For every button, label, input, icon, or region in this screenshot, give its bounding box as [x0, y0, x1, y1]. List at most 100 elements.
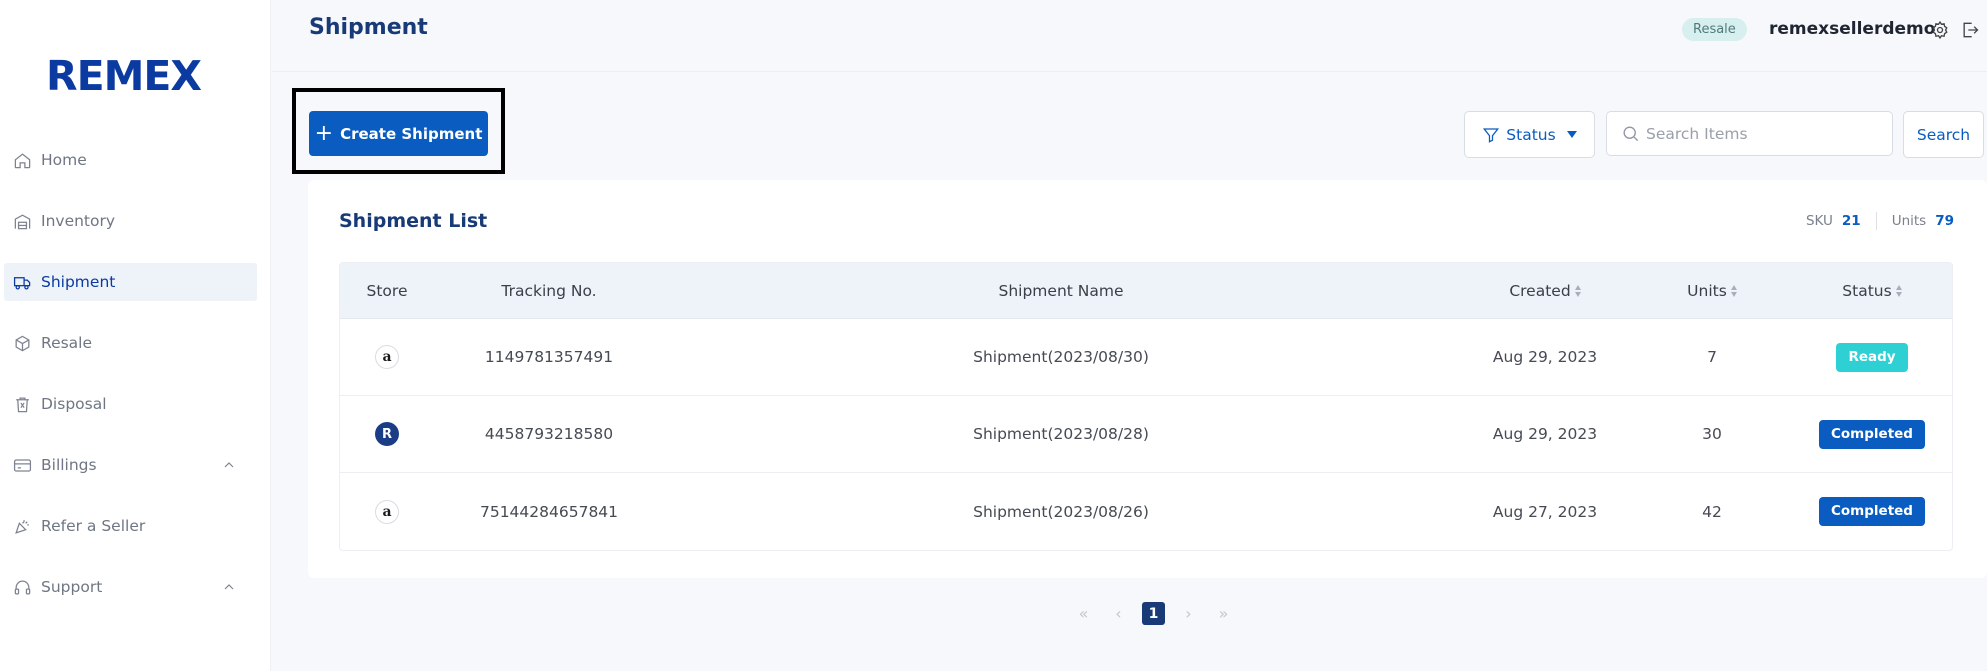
- sidebar-item-label: Billings: [41, 456, 97, 474]
- sidebar-item-label: Disposal: [41, 395, 107, 413]
- shipment-table: Store Tracking No. Shipment Name Created…: [339, 262, 1953, 551]
- sidebar-item-resale[interactable]: Resale: [4, 324, 257, 362]
- stats-divider: [1875, 212, 1877, 230]
- sidebar-item-label: Support: [41, 578, 103, 596]
- search-icon: [1623, 126, 1639, 142]
- remex-store-icon: R: [375, 422, 399, 446]
- create-shipment-label: Create Shipment: [340, 124, 483, 143]
- mode-badge: Resale: [1682, 18, 1747, 41]
- sort-icon[interactable]: [1574, 284, 1581, 297]
- table-row[interactable]: a 1149781357491 Shipment(2023/08/30) Aug…: [340, 319, 1952, 396]
- units-cell: 7: [1707, 348, 1717, 366]
- column-header-shipment-name: Shipment Name: [998, 281, 1124, 300]
- column-header-status[interactable]: Status: [1792, 282, 1952, 300]
- sidebar: REMEX Home Inventory Shipment Resale Dis…: [0, 0, 271, 671]
- remex-logo[interactable]: REMEX: [46, 52, 202, 100]
- chevron-up-icon[interactable]: [221, 457, 237, 473]
- sidebar-item-label: Home: [41, 151, 87, 169]
- amazon-store-icon: a: [375, 345, 399, 369]
- sidebar-item-label: Inventory: [41, 212, 116, 230]
- column-header-store: Store: [366, 281, 408, 300]
- shipment-name-cell[interactable]: Shipment(2023/08/26): [664, 503, 1458, 521]
- table-header: Store Tracking No. Shipment Name Created…: [340, 263, 1952, 319]
- summary-stats: SKU 21 Units 79: [1806, 212, 1954, 230]
- pagination: « ‹ 1 › »: [1066, 602, 1241, 625]
- sidebar-item-label: Refer a Seller: [41, 517, 146, 535]
- sort-icon[interactable]: [1730, 284, 1737, 297]
- shipment-list-card: Shipment List SKU 21 Units 79 Store Trac…: [308, 180, 1987, 578]
- filter-icon: [1483, 127, 1500, 143]
- store-cell: a: [340, 499, 434, 524]
- tracking-cell: 75144284657841: [479, 502, 619, 521]
- sidebar-item-shipment[interactable]: Shipment: [4, 263, 257, 301]
- column-header-label: Units: [1687, 281, 1727, 300]
- sidebar-item-disposal[interactable]: Disposal: [4, 385, 257, 423]
- sku-label: SKU: [1805, 213, 1833, 229]
- status-badge: Ready: [1836, 342, 1908, 372]
- search-button[interactable]: Search: [1903, 111, 1984, 158]
- units-count: 79: [1935, 213, 1954, 229]
- shipment-name-cell[interactable]: Shipment(2023/08/28): [664, 425, 1458, 443]
- amazon-store-icon: a: [375, 499, 399, 524]
- search-input[interactable]: [1646, 124, 1886, 143]
- sidebar-nav: Home Inventory Shipment Resale Disposal …: [0, 141, 271, 629]
- table-row[interactable]: a 75144284657841 Shipment(2023/08/26) Au…: [340, 473, 1952, 550]
- status-cell: Completed: [1792, 497, 1952, 526]
- first-page-icon[interactable]: «: [1072, 602, 1095, 625]
- page-title: Shipment: [309, 15, 428, 40]
- search-box[interactable]: [1606, 111, 1893, 156]
- status-badge: Completed: [1819, 497, 1925, 526]
- sidebar-item-support[interactable]: Support: [4, 568, 257, 606]
- trash-icon: [12, 394, 32, 414]
- sku-count: 21: [1841, 213, 1861, 229]
- units-cell: 42: [1702, 502, 1722, 521]
- units-label: Units: [1891, 213, 1927, 229]
- store-cell: a: [340, 345, 434, 369]
- column-header-tracking: Tracking No.: [501, 281, 597, 300]
- column-header-label: Status: [1842, 281, 1892, 300]
- plus-icon: +: [314, 120, 334, 146]
- truck-icon: [12, 272, 32, 292]
- username[interactable]: remexsellerdemo: [1769, 19, 1935, 39]
- party-popper-icon: [12, 516, 32, 536]
- created-cell: Aug 29, 2023: [1492, 425, 1598, 443]
- status-filter-dropdown[interactable]: Status: [1464, 111, 1595, 158]
- status-cell: Completed: [1792, 419, 1952, 449]
- sidebar-item-label: Shipment: [41, 273, 116, 291]
- column-header-created[interactable]: Created: [1458, 282, 1632, 300]
- page-number-current[interactable]: 1: [1142, 602, 1165, 625]
- last-page-icon[interactable]: »: [1212, 602, 1235, 625]
- created-cell: Aug 27, 2023: [1492, 502, 1598, 521]
- tracking-cell: 4458793218580: [484, 425, 614, 443]
- create-shipment-button[interactable]: + Create Shipment: [309, 111, 488, 156]
- status-cell: Ready: [1792, 342, 1952, 372]
- credit-card-icon: [12, 455, 32, 475]
- sort-icon[interactable]: [1895, 284, 1902, 297]
- caret-down-icon: [1566, 131, 1577, 138]
- box-icon: [12, 333, 32, 353]
- table-row[interactable]: R 4458793218580 Shipment(2023/08/28) Aug…: [340, 396, 1952, 473]
- prev-page-icon[interactable]: ‹: [1107, 602, 1130, 625]
- sidebar-item-inventory[interactable]: Inventory: [4, 202, 257, 240]
- store-cell: R: [340, 422, 434, 446]
- status-filter-label: Status: [1506, 125, 1556, 144]
- top-header: Shipment Resale remexsellerdemo: [272, 0, 1987, 72]
- gear-icon[interactable]: [1930, 20, 1950, 40]
- column-header-label: Created: [1509, 281, 1571, 300]
- next-page-icon[interactable]: ›: [1177, 602, 1200, 625]
- shipment-list-title: Shipment List: [339, 210, 488, 232]
- chevron-up-icon[interactable]: [221, 579, 237, 595]
- tracking-cell: 1149781357491: [484, 348, 614, 366]
- headset-icon: [12, 577, 32, 597]
- units-cell: 30: [1702, 425, 1722, 443]
- sidebar-item-label: Resale: [41, 334, 93, 352]
- sidebar-item-billings[interactable]: Billings: [4, 446, 257, 484]
- home-icon: [12, 150, 32, 170]
- column-header-units[interactable]: Units: [1632, 282, 1792, 300]
- sidebar-item-refer-a-seller[interactable]: Refer a Seller: [4, 507, 257, 545]
- created-cell: Aug 29, 2023: [1492, 348, 1598, 366]
- shipment-name-cell[interactable]: Shipment(2023/08/30): [664, 348, 1458, 366]
- sidebar-item-home[interactable]: Home: [4, 141, 257, 179]
- logout-icon[interactable]: [1960, 20, 1980, 40]
- warehouse-icon: [12, 211, 32, 231]
